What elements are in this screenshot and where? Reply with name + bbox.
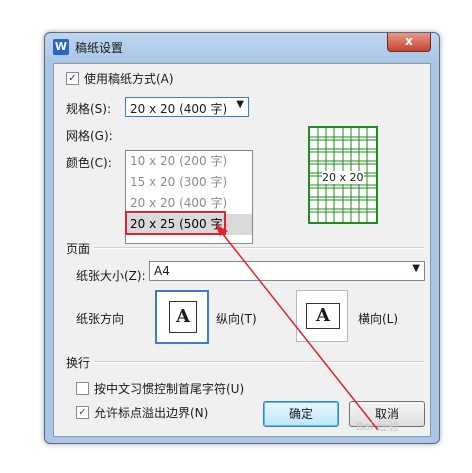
watermark-text: Bai 经验 xyxy=(356,420,399,433)
annotation-arrow xyxy=(215,224,379,431)
